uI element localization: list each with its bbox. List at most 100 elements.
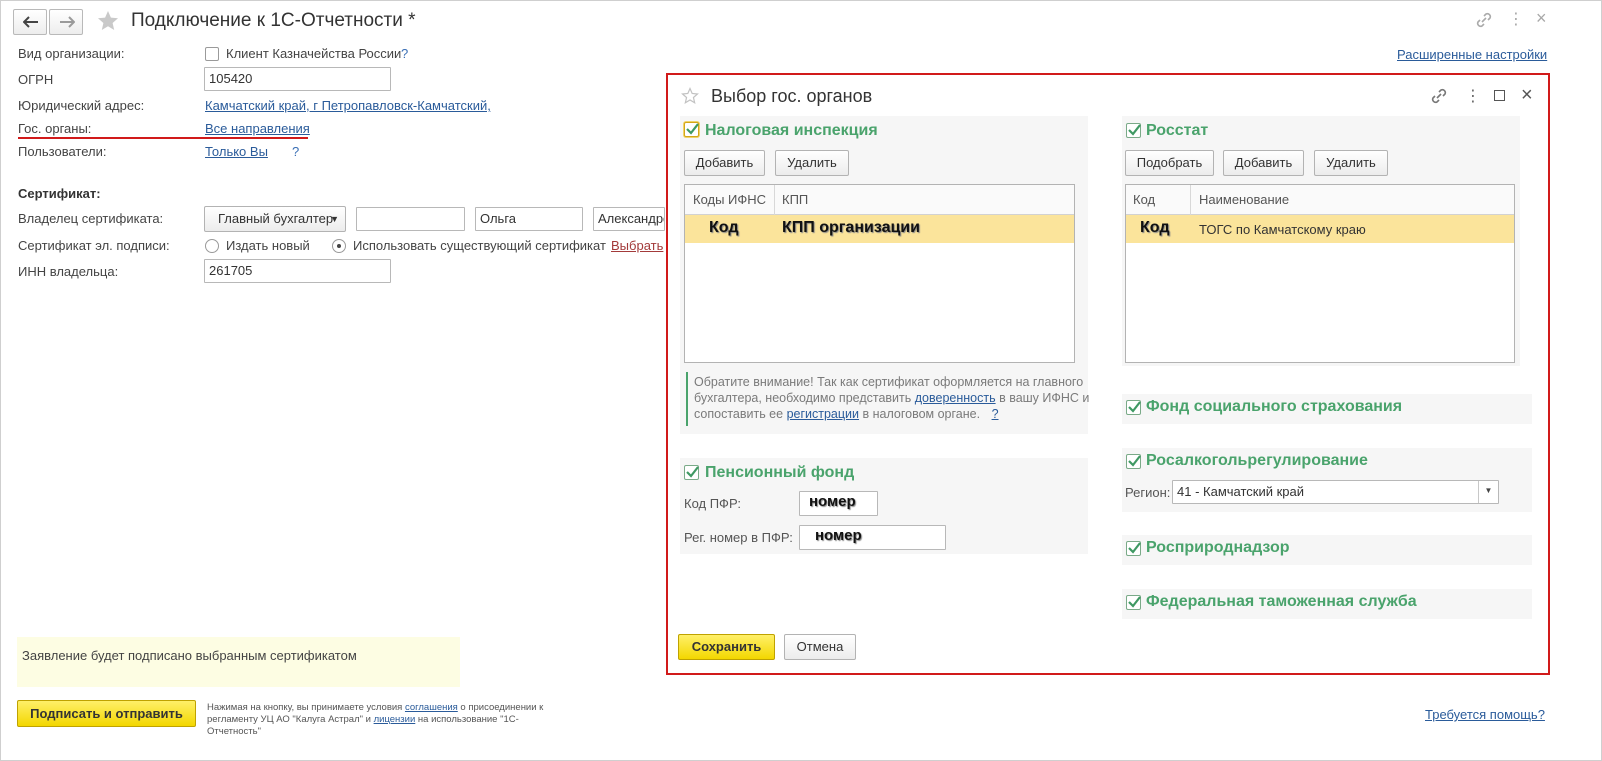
tax-col-kpp[interactable]: КПП [782,192,808,207]
forward-button[interactable] [49,9,83,35]
tax-col-codes[interactable]: Коды ИФНС [693,192,766,207]
customs-checkbox[interactable] [1126,595,1141,610]
pension-reg-label: Рег. номер в ПФР: [684,530,793,545]
region-select-value: 41 - Камчатский край [1177,484,1305,499]
alcohol-section-title: Росалкогольрегулирование [1146,452,1368,469]
address-link[interactable]: Камчатский край, г Петропавловск-Камчатс… [205,98,491,113]
advanced-settings-link[interactable]: Расширенные настройки [1397,47,1547,62]
users-link[interactable]: Только Вы [205,144,268,159]
checkbox-checked-icon [1128,455,1141,467]
inn-label: ИНН владельца: [18,264,119,279]
dropdown-arrow-icon[interactable]: ▼ [1478,481,1498,503]
table-row[interactable]: Код ТОГС по Камчатскому краю [1126,215,1514,243]
checkbox-checked-icon [1128,124,1141,136]
users-help[interactable]: ? [292,144,299,159]
signed-note-panel: Заявление будет подписано выбранным серт… [17,637,460,687]
owner-select[interactable]: Главный бухгалтер ▼ [204,206,346,232]
tax-add-button[interactable]: Добавить [684,150,765,176]
customs-section-title: Федеральная таможенная служба [1146,593,1417,610]
license-link[interactable]: лицензии [374,714,416,725]
back-arrow-icon [23,16,38,28]
tax-delete-button[interactable]: Удалить [775,150,849,176]
tax-section-title: Налоговая инспекция [705,122,878,139]
chevron-down-icon: ▼ [330,214,339,224]
rosstat-col-code[interactable]: Код [1133,192,1155,207]
checkbox-checked-icon [686,466,699,478]
save-button[interactable]: Сохранить [678,634,775,660]
pension-reg-field[interactable]: номер [799,525,946,550]
treasury-help[interactable]: ? [401,46,408,61]
ogrn-field[interactable]: 105420 [204,67,391,91]
fss-checkbox[interactable] [1126,400,1141,415]
radio-existing-certificate[interactable] [332,239,346,253]
checkbox-checked-icon [1128,596,1141,608]
owner-select-value: Главный бухгалтер [218,211,334,226]
close-icon[interactable]: × [1536,8,1547,29]
tax-row-code: Код [709,219,739,236]
rosstat-table: Код Наименование Код ТОГС по Камчатскому… [1125,184,1515,363]
red-underline-annotation [18,137,308,139]
window-title: Подключение к 1С-Отчетности * [131,10,416,31]
nature-checkbox[interactable] [1126,541,1141,556]
tax-note-text-3: в налоговом органе. [859,407,981,421]
owner-label: Владелец сертификата: [18,211,164,226]
link-icon[interactable] [1475,11,1493,29]
dialog-more-icon[interactable]: ⋮ [1465,86,1481,106]
pension-checkbox[interactable] [684,465,699,480]
footnote-text-1: Нажимая на кнопку, вы принимаете условия [207,702,405,713]
rosstat-checkbox[interactable] [1126,123,1141,138]
pension-code-field[interactable]: номер [799,491,878,516]
rosstat-pick-button[interactable]: Подобрать [1125,150,1214,176]
help-link[interactable]: Требуется помощь? [1425,707,1545,722]
pension-code-value: номер [809,493,856,510]
nature-section-title: Росприроднадзор [1146,539,1290,556]
users-label: Пользователи: [18,144,107,159]
tax-table-header: Коды ИФНС КПП [685,185,1074,215]
region-select[interactable]: 41 - Камчатский край ▼ [1172,480,1499,504]
tax-table: Коды ИФНС КПП Код КПП организации [684,184,1075,363]
back-button[interactable] [13,9,47,35]
dialog-star-icon[interactable] [681,87,699,105]
choose-certificate-link[interactable]: Выбрать [611,238,663,253]
owner-firstname-field[interactable]: Ольга [475,207,583,231]
sign-and-send-button[interactable]: Подписать и отправить [17,700,196,727]
table-row[interactable]: Код КПП организации [685,215,1074,243]
rosstat-section-title: Росстат [1146,122,1209,139]
pension-reg-value: номер [815,527,862,544]
rosstat-add-button[interactable]: Добавить [1223,150,1304,176]
power-of-attorney-link[interactable]: доверенность [915,391,996,405]
rosstat-table-header: Код Наименование [1126,185,1514,215]
org-type-label: Вид организации: [18,46,125,61]
dialog-close-icon[interactable]: × [1521,84,1533,107]
rosstat-row-code: Код [1140,219,1170,236]
treasury-checkbox[interactable] [205,47,219,61]
rosstat-col-name[interactable]: Наименование [1199,192,1289,207]
tax-note: Обратите внимание! Так как сертификат оф… [694,374,1094,422]
cancel-button[interactable]: Отмена [784,634,856,660]
radio-new-certificate[interactable] [205,239,219,253]
agreement-footnote: Нажимая на кнопку, вы принимаете условия… [207,702,567,738]
radio-existing-label: Использовать существующий сертификат [353,238,606,253]
certificate-section-title: Сертификат: [18,186,101,201]
agreement-link[interactable]: соглашения [405,702,458,713]
dialog-link-icon[interactable] [1430,87,1448,105]
more-icon[interactable]: ⋮ [1508,9,1524,29]
inn-field[interactable]: 261705 [204,259,391,283]
registration-link[interactable]: регистрации [787,407,859,421]
gov-bodies-label: Гос. органы: [18,121,92,136]
treasury-checkbox-label: Клиент Казначейства России [226,46,402,61]
pension-section-title: Пенсионный фонд [705,464,855,481]
owner-lastname-field[interactable] [356,207,465,231]
tax-checkbox[interactable] [684,122,699,137]
checkbox-checked-icon [686,123,699,135]
owner-middlename-field[interactable]: Александро [593,207,665,231]
maximize-icon[interactable] [1494,90,1505,101]
tax-note-help[interactable]: ? [992,407,999,421]
signature-label: Сертификат эл. подписи: [18,238,170,253]
rosstat-delete-button[interactable]: Удалить [1314,150,1388,176]
favorite-star-icon[interactable] [96,9,120,33]
note-accent-bar [686,372,688,426]
region-label: Регион: [1125,485,1171,500]
alcohol-checkbox[interactable] [1126,454,1141,469]
gov-bodies-link[interactable]: Все направления [205,121,310,136]
